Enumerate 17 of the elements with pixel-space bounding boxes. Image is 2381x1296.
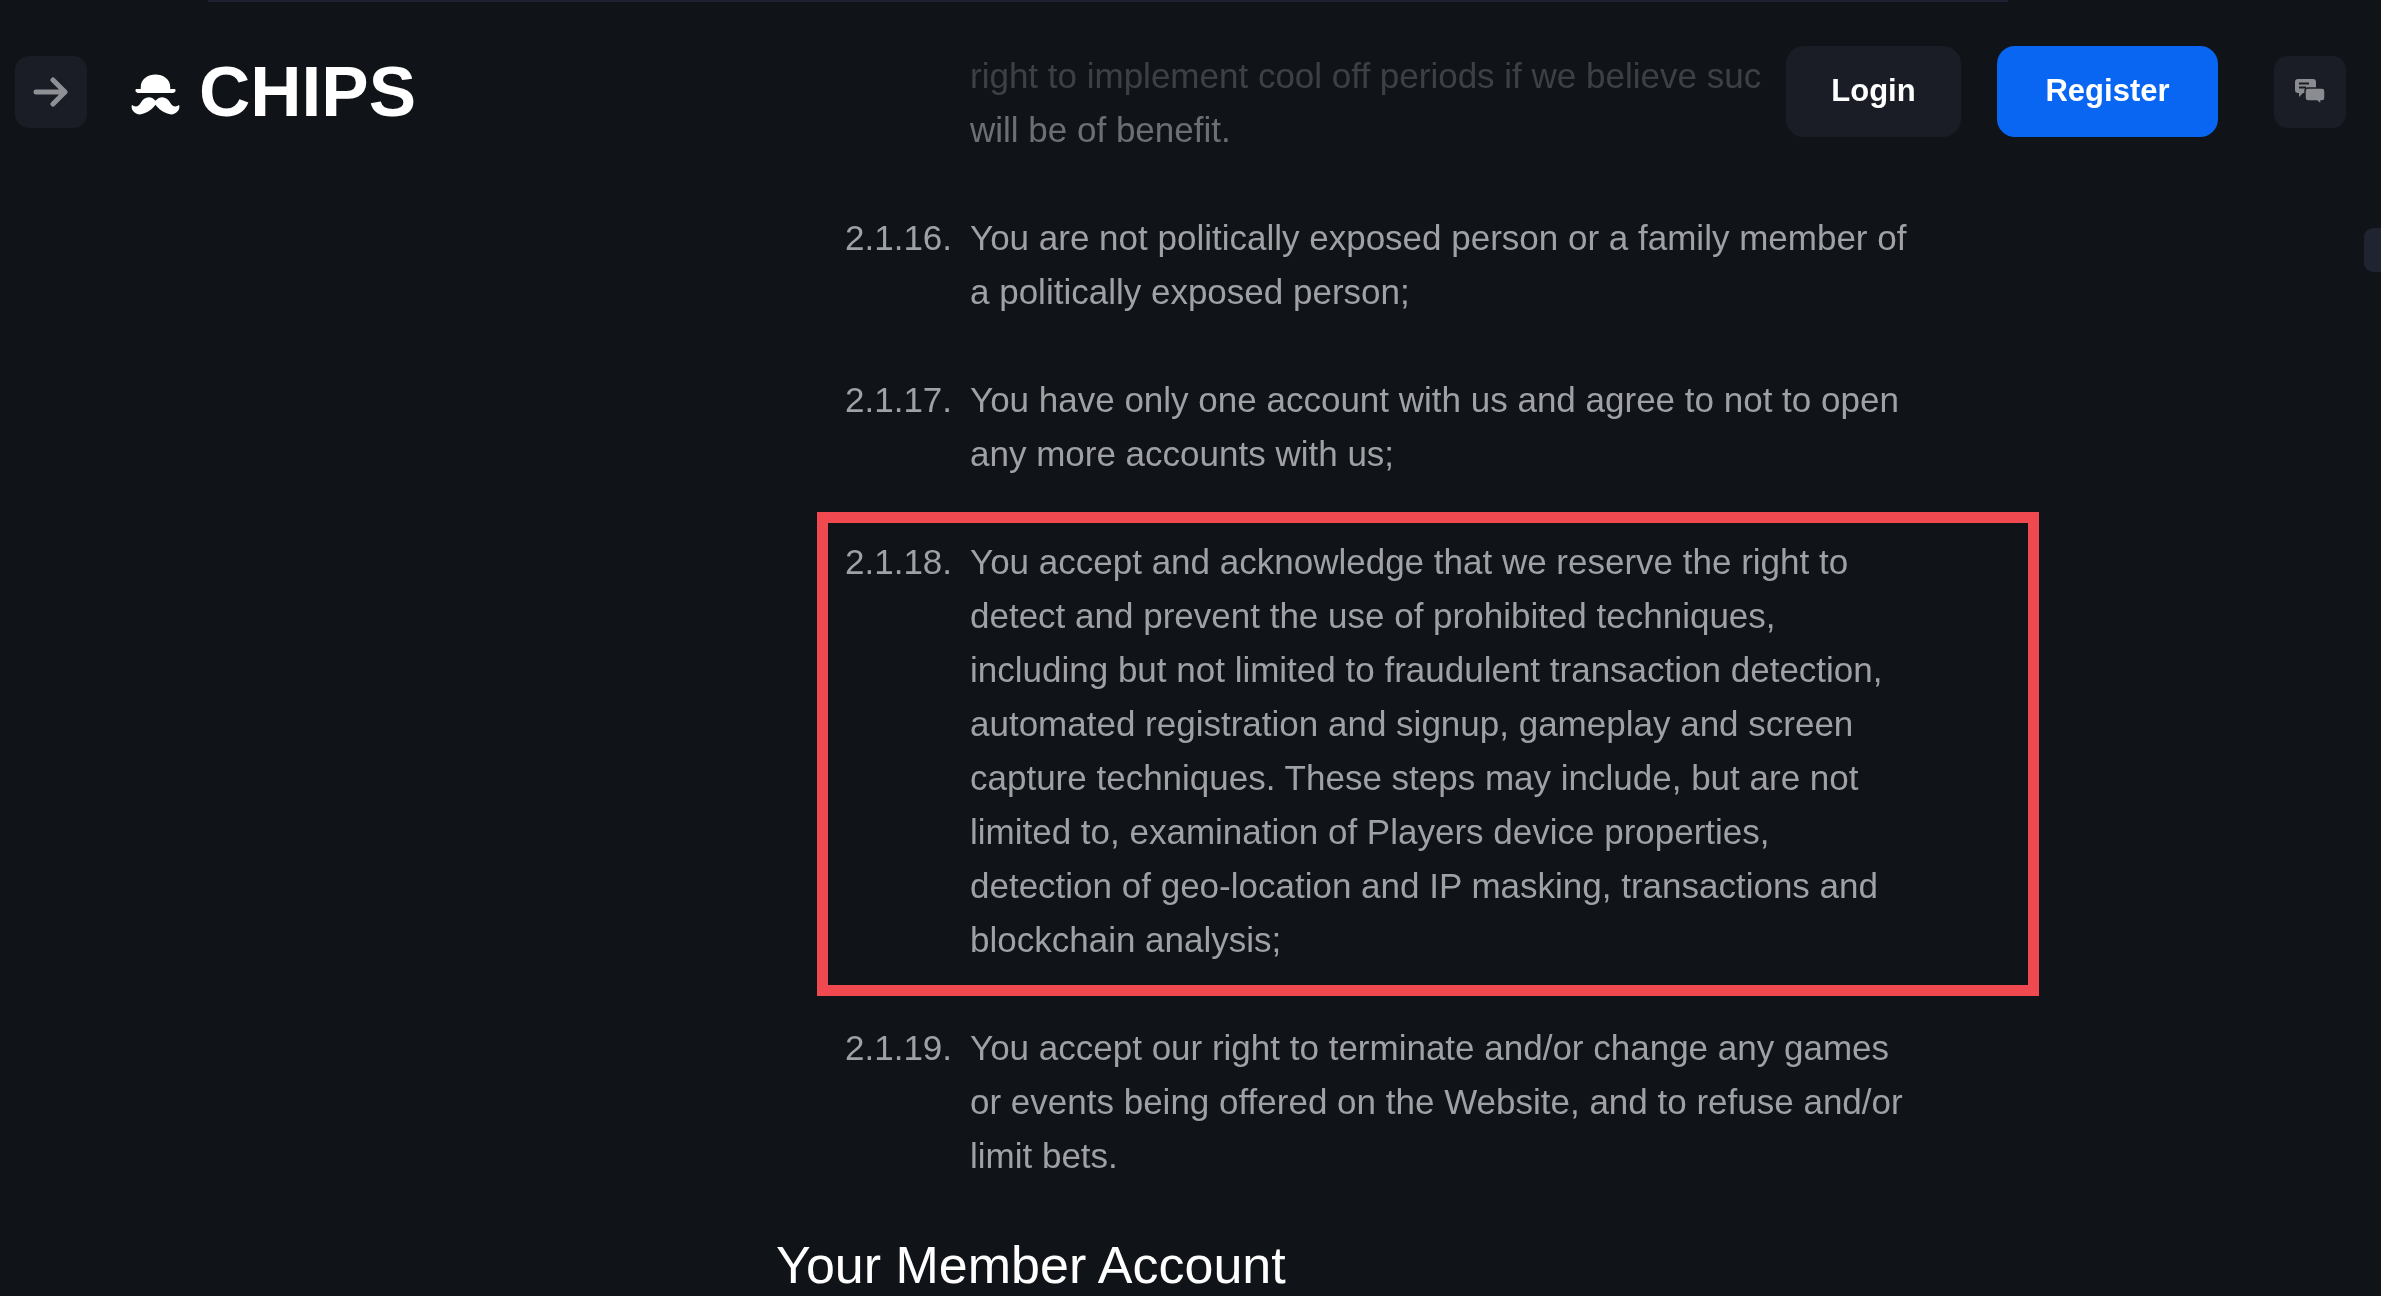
arrow-right-icon [33,76,69,107]
sidebar-toggle-button[interactable] [15,55,87,128]
clause-text: You accept our right to terminate and/or change any games or events being offered on the Website, and to refuse and/or limit bets. [970,1027,1904,1177]
clause-number: 2.1.19. [845,1028,953,1067]
scrollbar-thumb[interactable] [2364,228,2381,272]
clause-text: You accept and acknowledge that we reserve the right to detect and prevent the use of prohibited techniques, including but not limited to fraudulent transaction detection, automated registration and signup, gameplay and screen capture techniques. These steps may include, but are not limited to, examination of Players device properties, detection of geo-location and IP masking, transactions and blockchain analysis; [970,541,1884,961]
chat-bubbles-icon [2294,78,2326,105]
logo-link[interactable]: CHIPS [129,56,416,127]
login-button[interactable]: Login [1786,46,1961,137]
clause-number: 2.1.16. [845,218,953,257]
clause-text: You have only one account with us and agree to not to open any more accounts with us; [970,379,1900,475]
register-button[interactable]: Register [1997,46,2218,137]
clause-number: 2.1.18. [845,542,953,581]
section-heading: Your Member Account [776,1235,1287,1295]
chat-button[interactable] [2274,55,2346,128]
clause-text: You are not politically exposed person or a family member of a politically exposed person; [970,217,1908,313]
clause-number: 2.1.17. [845,380,953,419]
